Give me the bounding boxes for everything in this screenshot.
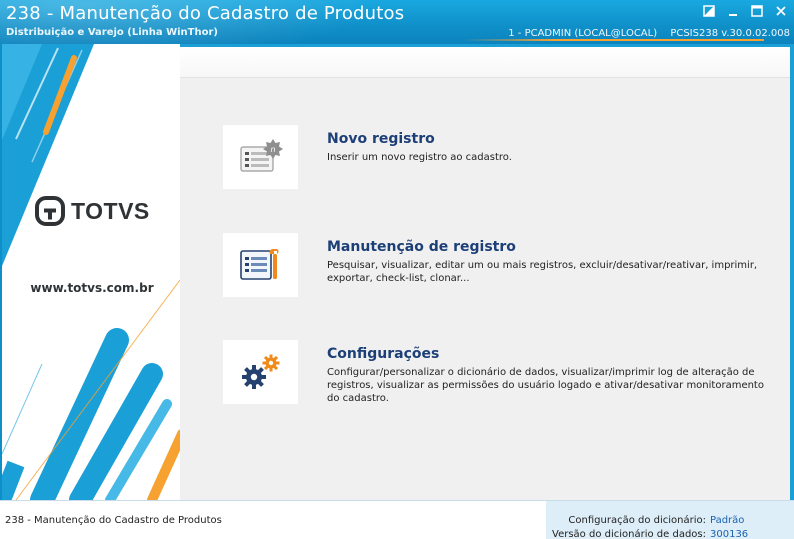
window-controls (702, 4, 788, 18)
restore-down-button[interactable] (702, 4, 716, 18)
option-settings-title[interactable]: Configurações (327, 346, 439, 362)
minimize-icon (729, 14, 737, 16)
close-button[interactable] (774, 4, 788, 18)
totvs-logo: TOTVS (35, 196, 150, 226)
option-new-record[interactable]: n Novo registro Inserir um novo registro… (223, 125, 783, 191)
svg-text:n: n (270, 145, 275, 154)
session-user: 1 - PCADMIN (LOCAL@LOCAL) (508, 28, 658, 39)
maximize-icon (751, 5, 763, 17)
website-link[interactable]: www.totvs.com.br (2, 281, 180, 295)
session-info: 1 - PCADMIN (LOCAL@LOCAL) PCSIS238 v.30.… (498, 28, 790, 39)
option-settings-description: Configurar/personalizar o dicionário de … (327, 367, 764, 404)
close-icon (776, 6, 786, 16)
option-settings[interactable]: Configurações Configurar/personalizar o … (223, 340, 783, 406)
status-routine-title: 238 - Manutenção do Cadastro de Produtos (5, 515, 222, 526)
main-header-strip (180, 44, 790, 78)
maximize-button[interactable] (750, 4, 764, 18)
totvs-banner: TOTVS www.totvs.com.br (0, 44, 180, 500)
totvs-logo-mark-icon (35, 196, 65, 226)
minimize-button[interactable] (726, 4, 740, 18)
settings-gears-icon[interactable] (223, 340, 298, 404)
title-accent-line (464, 39, 764, 41)
banner-decoration (2, 44, 180, 500)
status-bar-right: Configuração do dicionário: Padrão Versão… (546, 501, 794, 539)
dictionary-config: Configuração do dicionário: Padrão (546, 515, 790, 526)
dictionary-version: Versão do dicionário de dados: 300136 (546, 529, 790, 539)
new-record-form-icon[interactable]: n (223, 125, 298, 189)
dictionary-version-label: Versão do dicionário de dados: (552, 529, 706, 539)
status-bar: 238 - Manutenção do Cadastro de Produtos… (0, 500, 794, 539)
window-subtitle: Distribuição e Varejo (Linha WinThor) (6, 27, 218, 38)
window-right-border (790, 44, 794, 500)
dictionary-version-value: 300136 (710, 529, 749, 539)
window-title: 238 - Manutenção do Cadastro de Produtos (6, 3, 405, 24)
resize-icon (703, 5, 715, 17)
option-new-record-description: Inserir um novo registro ao cadastro. (327, 152, 512, 163)
status-bar-left: 238 - Manutenção do Cadastro de Produtos (0, 501, 546, 539)
dictionary-config-value[interactable]: Padrão (710, 515, 744, 526)
option-new-record-title[interactable]: Novo registro (327, 131, 435, 147)
title-bar: 238 - Manutenção do Cadastro de Produtos… (0, 0, 794, 44)
dictionary-config-label: Configuração do dicionário: (568, 515, 706, 526)
maintenance-form-wrench-icon[interactable] (223, 233, 298, 297)
option-maintenance-title[interactable]: Manutenção de registro (327, 239, 516, 255)
totvs-logo-text: TOTVS (71, 197, 150, 224)
option-maintenance-description: Pesquisar, visualizar, editar um ou mais… (327, 260, 758, 284)
option-maintenance[interactable]: Manutenção de registro Pesquisar, visual… (223, 233, 783, 299)
session-version: PCSIS238 v.30.0.02.008 (670, 28, 790, 39)
main-panel: n Novo registro Inserir um novo registro… (180, 44, 790, 500)
